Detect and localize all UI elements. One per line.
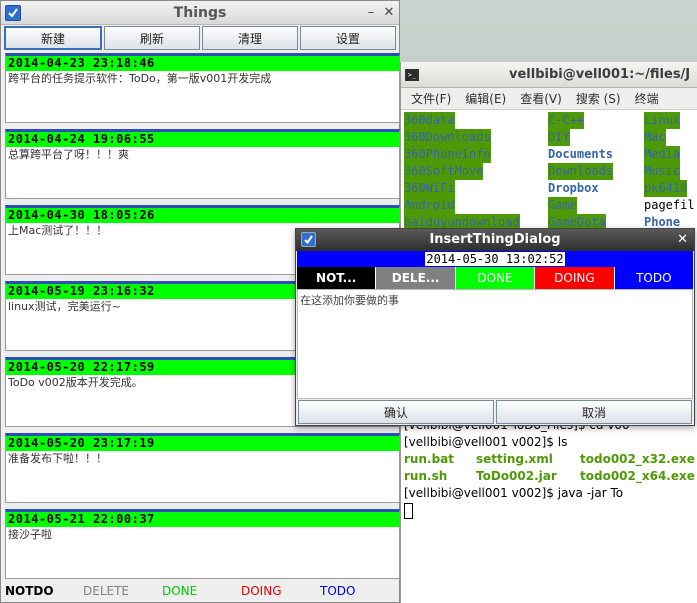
todo-text: 跨平台的任务提示软件：ToDo，第一版v001开发完成 (8, 72, 272, 85)
status-todo[interactable]: TODO (320, 584, 355, 598)
settings-button[interactable]: 设置 (300, 26, 396, 50)
toolbar: 新建 刷新 清理 设置 (1, 26, 399, 52)
cancel-button[interactable]: 取消 (496, 400, 692, 424)
todo-date: 2014-04-30 18:05:26 (6, 208, 399, 223)
status-delete[interactable]: DELETE (83, 584, 129, 598)
todo-item[interactable]: 2014-04-24 19:06:55 总算跨平台了呀！！！爽 (5, 129, 400, 199)
ls-row: 360SoftMove Downloads Music (401, 163, 697, 180)
minimize-icon[interactable]: – (363, 5, 379, 21)
dir-entry: Mac (644, 129, 666, 146)
dir-entry: Media (644, 146, 681, 163)
dir-entry: Android (404, 197, 455, 214)
dialog-buttons: 确认 取消 (297, 399, 693, 425)
java-command-line: [vellbibi@vell001 v002]$ java -jar To (404, 486, 624, 500)
dir-entry: Game (548, 197, 577, 214)
file-list-line: run.bat setting.xml todo002_x32.exe (401, 452, 697, 469)
dir-entry: 360SoftMove (404, 163, 484, 180)
terminal-icon: >_ (405, 68, 419, 81)
dir-entry: Dropbox (548, 181, 599, 195)
terminal-output[interactable]: 360data C-C++ Linux 360Downloads DIY Mac… (401, 110, 697, 231)
dialog-titlebar[interactable]: InsertThingDialog ✕ (296, 229, 694, 251)
close-icon[interactable]: ✕ (677, 232, 688, 247)
status-notdo[interactable]: NOTDO (5, 584, 54, 598)
ls-command-line: [vellbibi@vell001 v002]$ ls (404, 435, 568, 449)
file-entry: pagefil (644, 198, 695, 212)
menu-edit[interactable]: 编辑(E) (465, 90, 506, 107)
status-legend: NOTDO DELETE DONE DOING TODO (1, 581, 399, 601)
dir-entry: Linux (644, 112, 681, 129)
status-delete-button[interactable]: DELE... (376, 267, 456, 289)
file-entry: ToDo002.jar (476, 469, 557, 483)
menu-file[interactable]: 文件(F) (411, 90, 451, 107)
dir-entry: 360PhoneInfo (404, 146, 491, 163)
terminal-menubar: 文件(F) 编辑(E) 查看(V) 搜索 (S) 终端 (401, 88, 697, 110)
status-done-button[interactable]: DONE (455, 267, 536, 289)
menu-terminal[interactable]: 终端 (635, 90, 659, 107)
dialog-title: InsertThingDialog (429, 232, 561, 247)
terminal-title: vellbibi@vell001:~/files/J (509, 67, 691, 82)
file-entry: setting.xml (476, 452, 553, 466)
ls-row: 360WiFi Dropbox pk6410 (401, 180, 697, 197)
file-entry: todo002_x32.exe (580, 452, 695, 466)
refresh-button[interactable]: 刷新 (104, 26, 200, 50)
status-doing-button[interactable]: DOING (535, 267, 615, 289)
todo-text: 总算跨平台了呀！！！爽 (8, 148, 129, 161)
dir-entry: C-C++ (548, 112, 585, 129)
things-titlebar[interactable]: Things – ✕ (1, 1, 399, 25)
todo-date: 2014-04-24 19:06:55 (6, 132, 399, 147)
todo-date: 2014-05-21 22:00:37 (6, 512, 399, 527)
status-todo-button[interactable]: TODO (614, 267, 694, 289)
dir-entry: 360Downloads (404, 129, 491, 146)
dir-entry: 360data (404, 112, 455, 129)
ls-row: 360Downloads DIY Mac (401, 129, 697, 146)
dir-entry: 360WiFi (404, 180, 455, 197)
todo-date: 2014-05-20 23:17:19 (6, 436, 399, 451)
todo-date: 2014-04-23 23:18:46 (6, 56, 399, 71)
terminal-lines: [vellbibi@vell001 ToDo_Files]$ cd v00 [v… (401, 418, 697, 520)
close-icon[interactable]: ✕ (381, 5, 397, 21)
ls-row: Android Game pagefil (401, 197, 697, 214)
todo-item[interactable]: 2014-05-21 22:00:37 接沙子啦 (5, 509, 400, 579)
confirm-button[interactable]: 确认 (298, 400, 494, 424)
file-entry: run.bat (404, 452, 454, 466)
status-doing[interactable]: DOING (241, 584, 282, 598)
todo-text: 准备发布下啦！！！ (8, 452, 107, 465)
new-button[interactable]: 新建 (4, 26, 102, 50)
terminal-titlebar[interactable]: >_ vellbibi@vell001:~/files/J (401, 62, 697, 88)
todo-text: 接沙子啦 (8, 528, 52, 541)
ls-row: 360data C-C++ Linux (401, 112, 697, 129)
file-entry: todo002_x64.exe (580, 469, 695, 483)
text-cursor (404, 503, 413, 519)
menu-search[interactable]: 搜索 (S) (576, 90, 621, 107)
status-done[interactable]: DONE (162, 584, 197, 598)
file-list-line: run.sh ToDo002.jar todo002_x64.exe (401, 469, 697, 486)
dialog-date-bar: 2014-05-30 13:02:52 (297, 251, 693, 267)
menu-view[interactable]: 查看(V) (520, 90, 562, 107)
dir-entry: pk6410 (644, 180, 688, 197)
todo-item[interactable]: 2014-04-23 23:18:46 跨平台的任务提示软件：ToDo，第一版v… (5, 53, 400, 123)
clean-button[interactable]: 清理 (202, 26, 298, 50)
dir-entry: Downloads (548, 163, 614, 180)
prompt-line[interactable] (401, 503, 697, 520)
ls-row: 360PhoneInfo Documents Media (401, 146, 697, 163)
dir-entry: Music (644, 163, 681, 180)
status-selector: NOT... DELE... DONE DOING TODO (297, 267, 694, 289)
dialog-date[interactable]: 2014-05-30 13:02:52 (425, 252, 565, 266)
todo-item[interactable]: 2014-05-20 23:17:19 准备发布下啦！！！ (5, 433, 400, 503)
window-title: Things (173, 5, 227, 21)
insert-thing-dialog[interactable]: InsertThingDialog ✕ 2014-05-30 13:02:52 … (295, 228, 695, 426)
dir-entry: Documents (548, 147, 614, 161)
status-notdo-button[interactable]: NOT... (297, 267, 377, 289)
dir-entry: DIY (548, 129, 570, 146)
thing-text-input[interactable]: 在这添加你要做的事 (297, 289, 693, 399)
file-entry: run.sh (404, 469, 448, 483)
